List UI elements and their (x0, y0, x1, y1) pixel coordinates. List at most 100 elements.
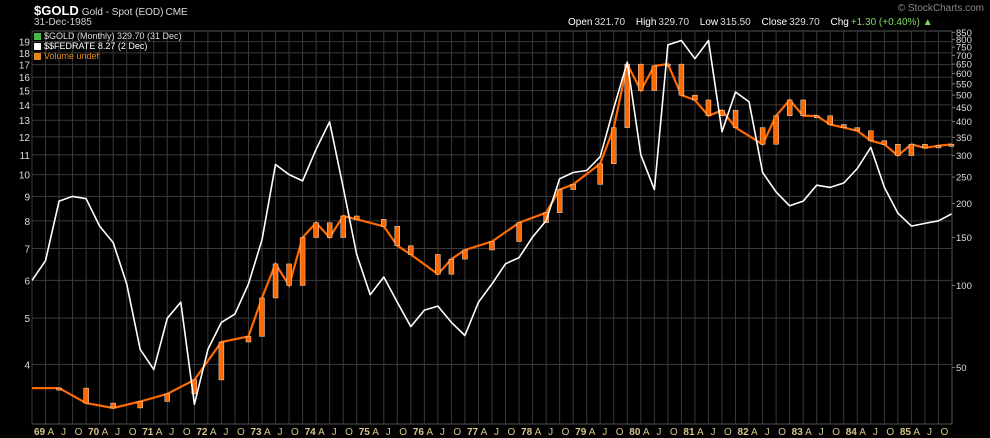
gold-candle (948, 144, 955, 147)
legend-fedrate[interactable]: $$FEDRATE 8.27 (2 Dec) (34, 41, 147, 51)
x-tick-label: J (819, 427, 824, 438)
left-tick-label: 14 (19, 101, 31, 112)
left-tick-label: 7 (24, 244, 30, 255)
high-label: High (635, 17, 657, 28)
ohlc-readout: Open 321.70 High 329.70 Low 315.50 Close 329… (568, 17, 949, 28)
x-tick-label: A (318, 427, 325, 438)
x-tick-label: J (873, 427, 878, 438)
x-tick-label: 75 (359, 427, 371, 438)
price-chart[interactable]: 69 A J O 70 A J O 71 A J O 72 A J O 73 A J O 74 A J O 75 A J O 76 A J O… (0, 0, 990, 438)
left-tick-label: 13 (19, 116, 31, 127)
x-tick-label: 69 (34, 427, 46, 438)
x-tick-label: A (751, 427, 758, 438)
x-tick-label: A (535, 427, 542, 438)
right-tick-label: 250 (956, 173, 972, 184)
legend-volume[interactable]: Volume undef (34, 51, 99, 61)
left-tick-label: 9 (24, 192, 30, 203)
x-tick-label: A (210, 427, 217, 438)
x-tick-label: 83 (792, 427, 804, 438)
x-tick-label: 81 (683, 427, 695, 438)
chart-date: 31-Dec-1985 (34, 17, 92, 28)
x-tick-label: O (453, 427, 461, 438)
gold-candle (868, 130, 874, 141)
right-tick-label: 500 (956, 91, 972, 102)
x-tick-label: 79 (575, 427, 587, 438)
x-tick-label: J (602, 427, 607, 438)
x-tick-label: J (278, 427, 283, 438)
gold-candle (678, 63, 685, 96)
gold-candle (895, 144, 901, 156)
right-tick-label: 550 (956, 79, 972, 90)
right-tick-label: 400 (956, 117, 972, 128)
ticker-symbol: $GOLD (34, 3, 79, 18)
x-tick-label: A (264, 427, 271, 438)
gold-candle (935, 145, 942, 149)
gold-candle (340, 215, 346, 238)
x-tick-label: O (886, 427, 894, 438)
x-tick-label: J (223, 427, 228, 438)
gold-candle (448, 258, 455, 275)
x-tick-label: A (372, 427, 379, 438)
x-tick-label: 76 (413, 427, 425, 438)
left-tick-label: 6 (24, 276, 30, 287)
x-tick-label: A (913, 427, 920, 438)
close-value: 329.70 (789, 17, 820, 28)
left-tick-label: 15 (19, 87, 31, 98)
x-tick-label: 70 (88, 427, 100, 438)
gold-candle (313, 222, 319, 238)
gold-candle (773, 115, 779, 145)
x-tick-label: O (399, 427, 407, 438)
gold-candle (381, 219, 387, 227)
x-tick-label: O (345, 427, 353, 438)
high-value: 329.70 (658, 17, 690, 28)
legend-gold[interactable]: $GOLD (Monthly) 329.70 (31 Dec) (34, 31, 182, 41)
gold-candle (83, 387, 89, 404)
volume-icon (34, 53, 41, 60)
gold-candle (908, 144, 915, 156)
right-tick-label: 100 (956, 281, 972, 292)
x-tick-label: J (927, 427, 932, 438)
gold-candle (394, 226, 400, 246)
x-tick-label: 82 (738, 427, 750, 438)
x-tick-label: J (494, 427, 499, 438)
up-arrow-icon: ▲ (922, 17, 933, 28)
left-tick-label: 11 (20, 151, 31, 162)
x-tick-label: O (670, 427, 678, 438)
left-tick-label: 10 (19, 171, 31, 182)
gold-candle (597, 163, 603, 185)
gold-candle (286, 263, 292, 286)
x-tick-label: J (332, 427, 337, 438)
left-tick-label: 12 (19, 133, 31, 144)
x-tick-label: A (156, 427, 163, 438)
x-tick-label: O (940, 427, 948, 438)
x-tick-label: O (832, 427, 840, 438)
exchange-label: CME (165, 7, 188, 18)
legend-volume-label: Volume undef (44, 51, 100, 61)
gold-candle (611, 127, 617, 164)
x-tick-label: 84 (846, 427, 858, 438)
x-tick-label: O (508, 427, 516, 438)
gold-candle (408, 245, 414, 255)
x-tick-label: J (548, 427, 553, 438)
left-tick-label: 4 (24, 360, 30, 371)
left-tick-label: 8 (24, 217, 30, 228)
x-tick-label: J (710, 427, 715, 438)
gold-candle (489, 241, 495, 251)
right-tick-label: 200 (956, 199, 972, 210)
gold-candle (732, 110, 739, 128)
gold-candle (137, 401, 143, 409)
left-tick-label: 16 (19, 73, 31, 84)
line-icon (34, 43, 41, 50)
right-tick-label: 300 (956, 151, 972, 162)
gold-candle (800, 99, 806, 116)
x-tick-label: O (778, 427, 786, 438)
chg-label: Chg (830, 17, 849, 28)
x-tick-label: 73 (250, 427, 262, 438)
x-tick-label: O (129, 427, 137, 438)
legend-fedrate-label: $$FEDRATE 8.27 (2 Dec) (44, 41, 148, 51)
gold-candle (570, 184, 576, 190)
gold-candle (651, 65, 658, 91)
chg-value: +1.30 (+0.40%) (850, 17, 920, 28)
x-tick-label: A (426, 427, 433, 438)
gold-candle (516, 222, 522, 242)
